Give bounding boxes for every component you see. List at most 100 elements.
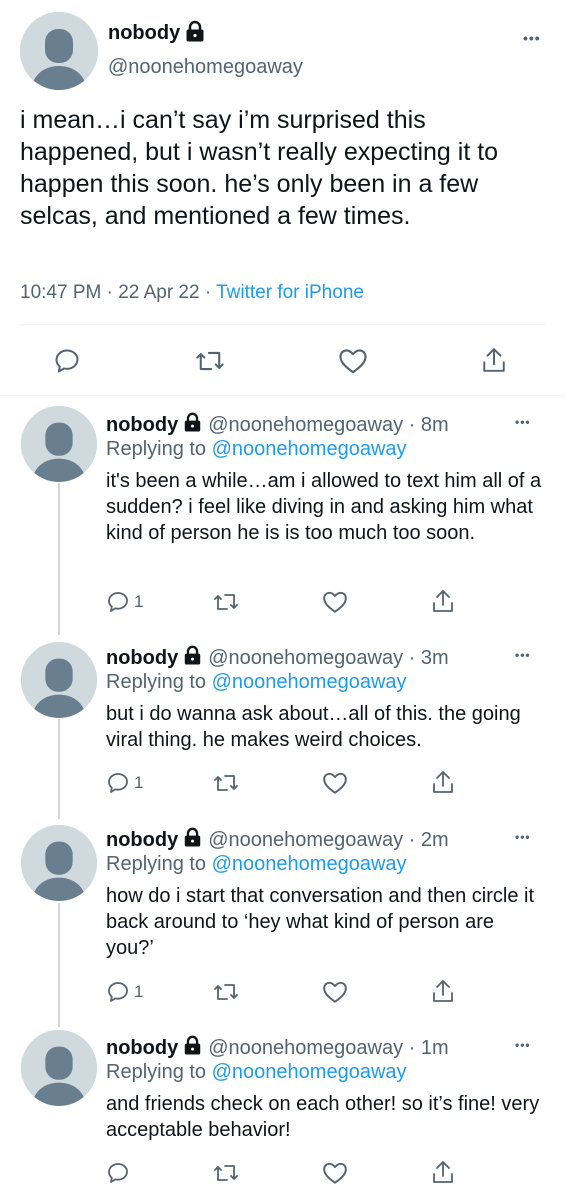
divider [20, 324, 545, 325]
lock-icon [183, 412, 202, 438]
reply-button[interactable]: 1 [106, 590, 143, 614]
lock-icon [183, 645, 202, 671]
reply-button[interactable]: 1 [106, 771, 143, 795]
share-icon [483, 348, 505, 372]
tweet-source-link[interactable]: Twitter for iPhone [216, 282, 364, 303]
replying-to: Replying to @noonehomegoaway [106, 853, 407, 876]
reply-tweet: nobody @noonehomegoaway · 8m ••• Replyin… [0, 412, 565, 632]
share-button[interactable] [431, 588, 455, 614]
reply-header[interactable]: nobody @noonehomegoaway · 2m [106, 827, 449, 853]
share-icon [433, 1161, 453, 1183]
reply-text: but i do wanna ask about…all of this. th… [106, 703, 521, 751]
retweet-icon [214, 1165, 238, 1181]
replying-to: Replying to @noonehomegoaway [106, 671, 407, 694]
reply-header[interactable]: nobody @noonehomegoaway · 3m [106, 645, 449, 671]
share-icon [433, 771, 453, 793]
share-button[interactable] [431, 978, 455, 1004]
tweet-meta: 10:47 PM · 22 Apr 22 · Twitter for iPhon… [20, 282, 364, 304]
share-button[interactable] [431, 1159, 455, 1185]
reply-icon [108, 773, 128, 793]
like-icon [323, 772, 347, 794]
author-handle: @noonehomegoaway · 3m [208, 646, 449, 669]
reply-header[interactable]: nobody @noonehomegoaway · 1m [106, 1035, 449, 1061]
author-handle: @noonehomegoaway · 2m [208, 828, 449, 851]
like-icon [323, 591, 347, 613]
reply-count: 1 [134, 982, 144, 1001]
reply-text: and friends check on each other! so it’s… [106, 1093, 540, 1141]
replying-label: Replying to [106, 853, 207, 875]
reply-count: 1 [134, 592, 144, 611]
retweet-button[interactable] [213, 771, 239, 795]
retweet-button[interactable] [213, 1161, 239, 1185]
retweet-button[interactable] [213, 590, 239, 614]
reply-button[interactable]: 1 [106, 980, 143, 1004]
author-handle: @noonehomegoaway · 1m [208, 1036, 449, 1059]
replying-to: Replying to @noonehomegoaway [106, 1061, 407, 1084]
reply-text: it's been a while…am i allowed to text h… [106, 470, 542, 544]
author-handle[interactable]: @noonehomegoaway [108, 56, 303, 79]
like-button[interactable] [322, 1161, 348, 1185]
reply-count: 1 [134, 773, 144, 792]
retweet-icon [196, 351, 224, 371]
replying-label: Replying to [106, 1061, 207, 1083]
like-icon [323, 981, 347, 1003]
mention-link[interactable]: @noonehomegoaway [212, 438, 407, 460]
like-button[interactable] [322, 590, 348, 614]
like-button[interactable] [322, 771, 348, 795]
meta-separator: · [106, 282, 113, 303]
reply-icon [108, 592, 128, 612]
meta-separator: · [204, 282, 212, 303]
retweet-icon [214, 594, 238, 610]
author-handle: @noonehomegoaway · 8m [208, 413, 449, 436]
like-icon [323, 1162, 347, 1184]
author-name: nobody [106, 1036, 179, 1059]
reply-button[interactable] [53, 347, 81, 375]
lock-icon [183, 1035, 202, 1061]
main-avatar[interactable] [20, 12, 98, 90]
tweet-time[interactable]: 10:47 PM [20, 282, 101, 303]
retweet-button[interactable] [213, 980, 239, 1004]
divider [0, 395, 565, 396]
retweet-button[interactable] [195, 347, 225, 375]
reply-icon [108, 982, 128, 1002]
reply-header[interactable]: nobody @noonehomegoaway · 8m [106, 412, 449, 438]
replying-label: Replying to [106, 438, 207, 460]
reply-text: how do i start that conversation and the… [106, 885, 535, 959]
reply-tweet: nobody @noonehomegoaway · 3m ••• Replyin… [0, 645, 565, 815]
reply-tweet: nobody @noonehomegoaway · 1m ••• Replyin… [0, 1035, 565, 1200]
more-options-button[interactable]: ••• [515, 415, 531, 429]
reply-button[interactable] [106, 1161, 130, 1185]
lock-icon [185, 20, 205, 47]
mention-link[interactable]: @noonehomegoaway [212, 671, 407, 693]
author-name: nobody [106, 646, 179, 669]
more-options-button[interactable]: ••• [515, 1038, 531, 1052]
author-name: nobody [106, 413, 179, 436]
more-options-button[interactable]: ••• [515, 648, 531, 662]
reply-tweet: nobody @noonehomegoaway · 2m ••• Replyin… [0, 827, 565, 1022]
like-button[interactable] [322, 980, 348, 1004]
lock-icon [183, 827, 202, 853]
reply-icon [55, 349, 79, 373]
main-author[interactable]: nobody [108, 20, 205, 47]
tweet-text: i mean…i can’t say i’m surprised this ha… [20, 106, 499, 230]
mention-link[interactable]: @noonehomegoaway [212, 853, 407, 875]
tweet-date[interactable]: 22 Apr 22 [118, 282, 199, 303]
retweet-icon [214, 984, 238, 1000]
author-name: nobody [108, 22, 181, 44]
like-icon [339, 349, 367, 374]
main-tweet: nobody @noonehomegoaway ••• i mean…i can… [0, 0, 565, 395]
default-avatar-icon [20, 12, 98, 90]
share-icon [433, 590, 453, 612]
more-options-button[interactable]: ••• [523, 30, 541, 46]
share-icon [433, 980, 453, 1002]
author-name: nobody [106, 828, 179, 851]
reply-icon [108, 1163, 128, 1183]
mention-link[interactable]: @noonehomegoaway [212, 1061, 407, 1083]
share-button[interactable] [431, 769, 455, 795]
replying-label: Replying to [106, 671, 207, 693]
like-button[interactable] [338, 347, 368, 375]
replying-to: Replying to @noonehomegoaway [106, 438, 407, 461]
more-options-button[interactable]: ••• [515, 830, 531, 844]
share-button[interactable] [481, 345, 507, 375]
retweet-icon [214, 775, 238, 791]
